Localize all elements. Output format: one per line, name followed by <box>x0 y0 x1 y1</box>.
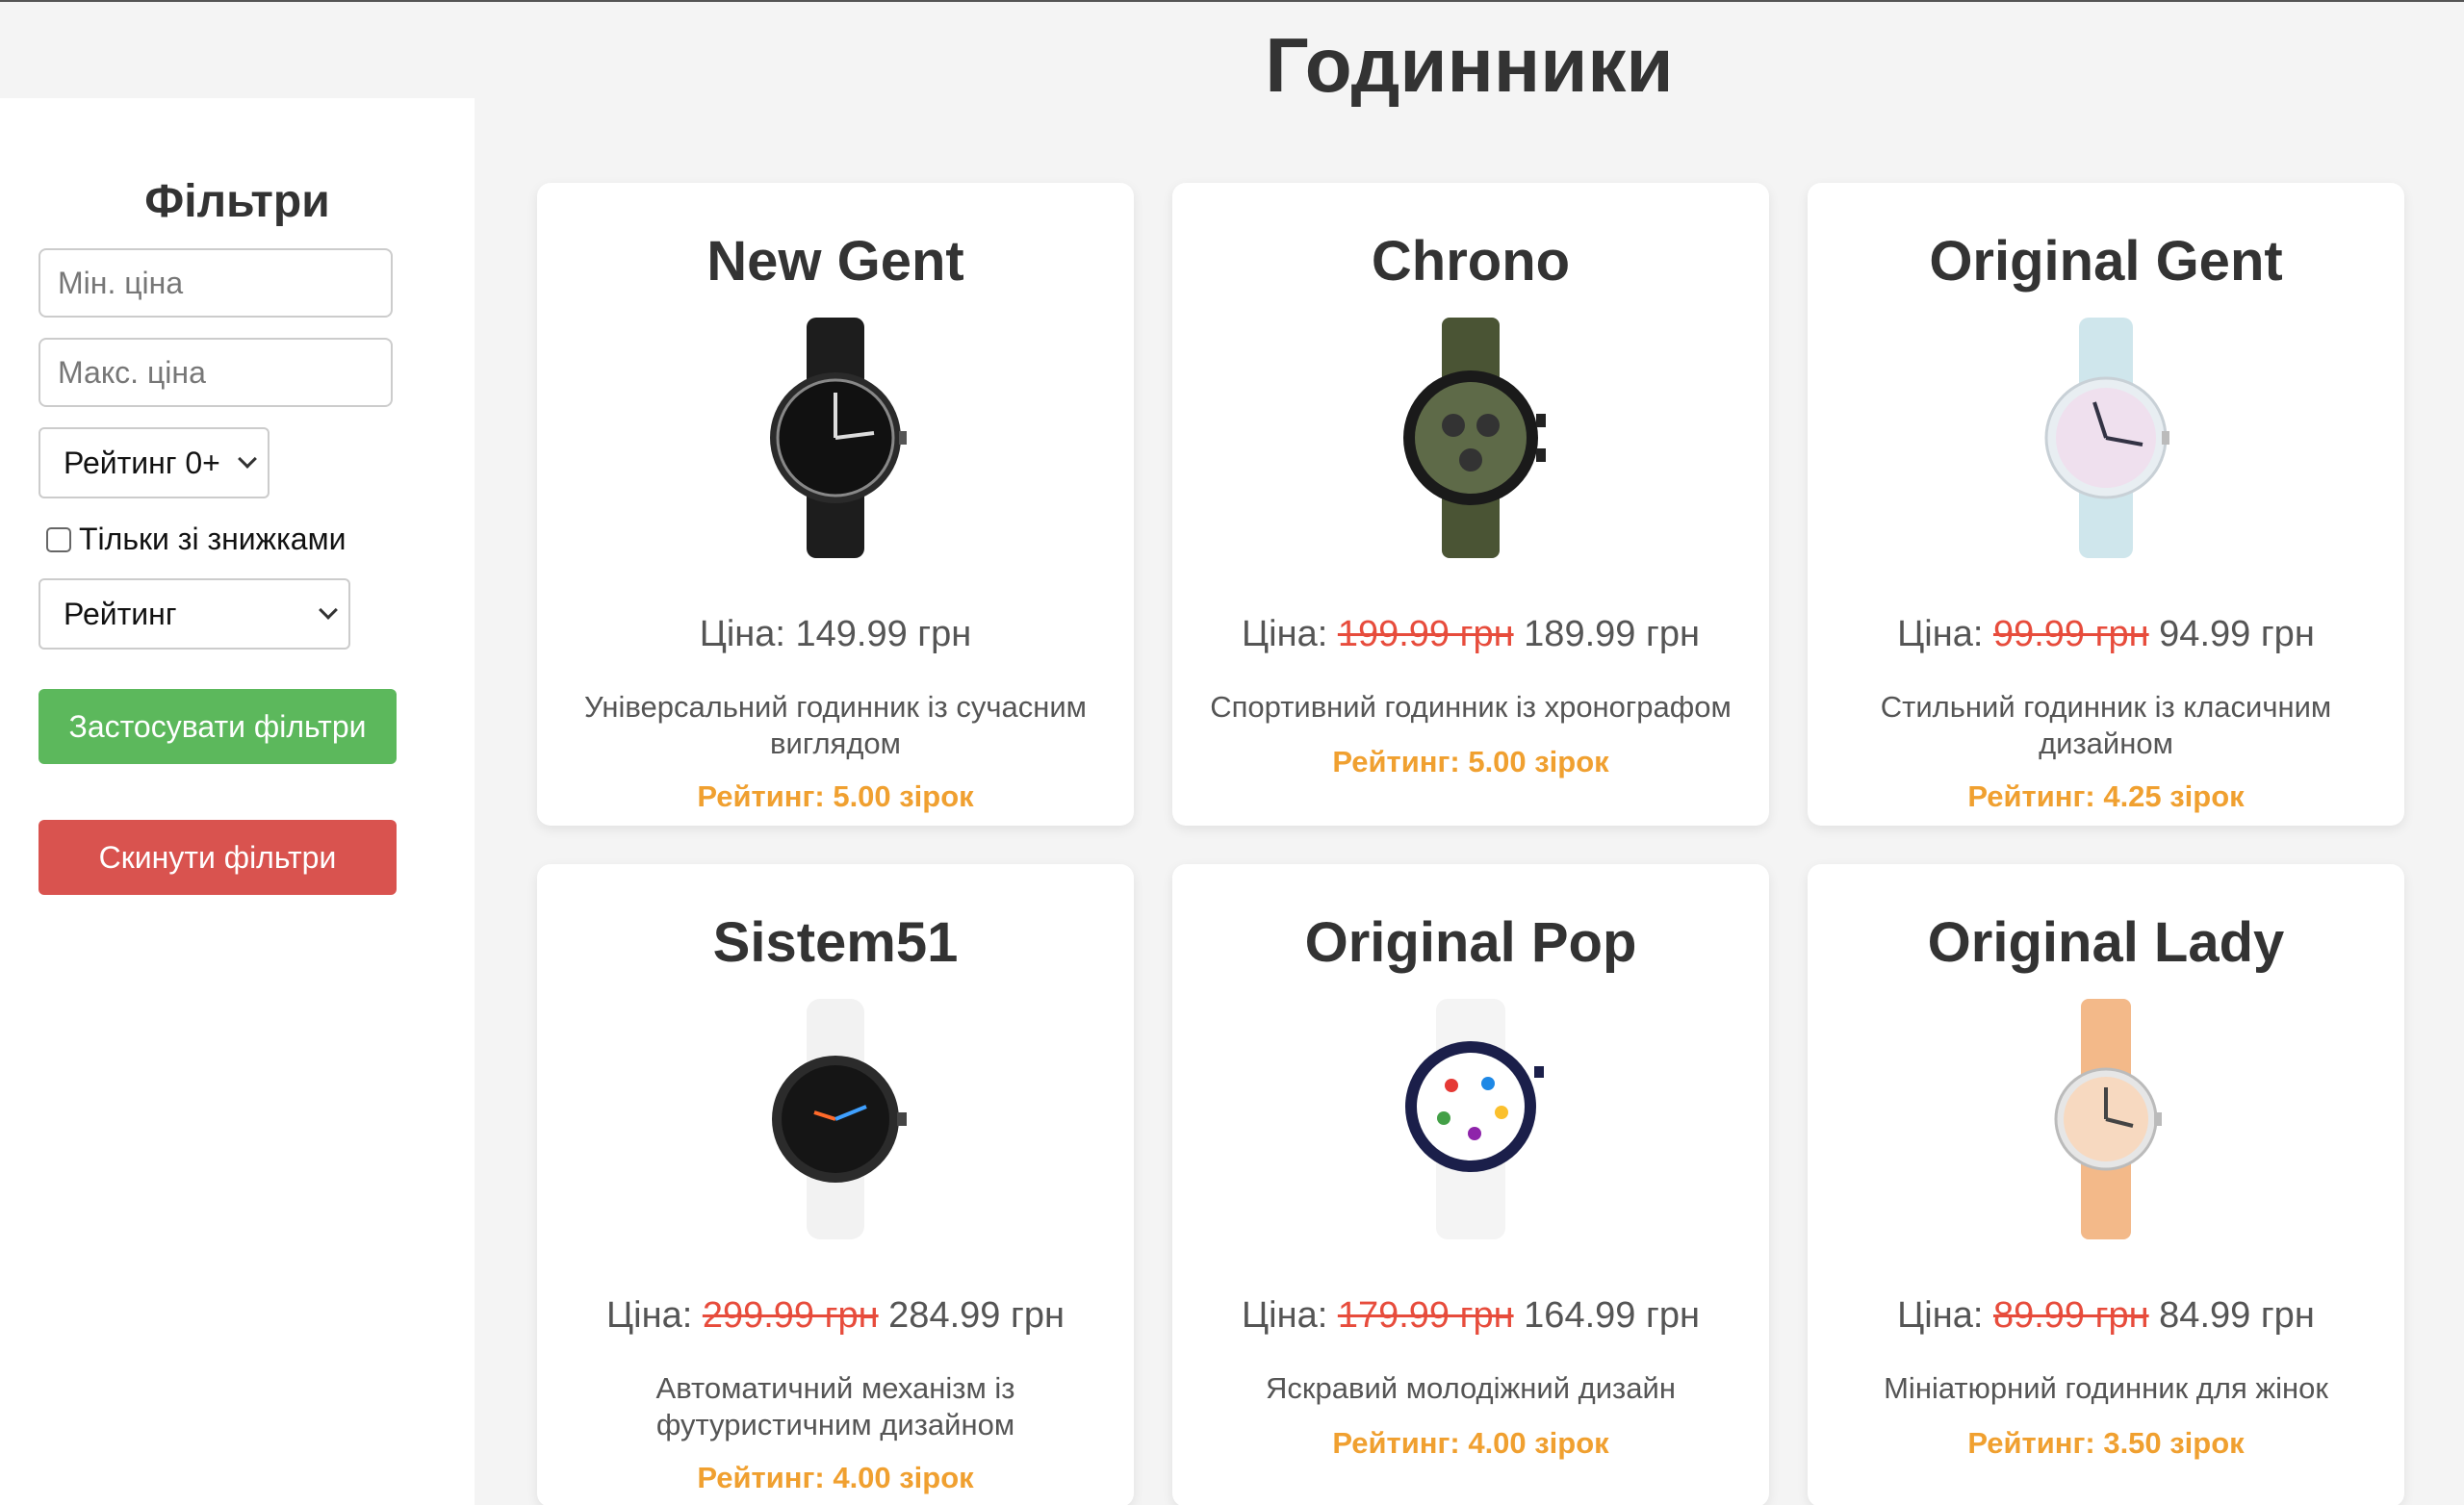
product-price: Ціна: 149.99 грн <box>537 614 1134 655</box>
price-prefix: Ціна: <box>1897 614 1984 654</box>
discount-only-row[interactable]: Тільки зі знижками <box>46 522 346 557</box>
product-price: Ціна: 99.99 грн 94.99 грн <box>1808 614 2404 655</box>
price-prefix: Ціна: <box>699 614 785 654</box>
product-description: Автоматичний механізм із футуристичним д… <box>655 1371 1015 1441</box>
product-name: New Gent <box>706 230 964 293</box>
product-name: Sistem51 <box>712 911 959 974</box>
product-description: Універсальний годинник із сучасним вигля… <box>584 690 1087 760</box>
product-price: Ціна: 89.99 грн 84.99 грн <box>1808 1295 2404 1337</box>
product-rating: Рейтинг: 5.00 зірок <box>697 779 974 813</box>
filters-sidebar: Фільтри Рейтинг 0+ Тільки зі знижками Ре… <box>0 98 475 1505</box>
old-price: 99.99 грн <box>1992 614 2149 654</box>
rating-filter-value: Рейтинг 0+ <box>64 445 220 480</box>
price-prefix: Ціна: <box>1897 1295 1984 1336</box>
discount-only-label: Тільки зі знижками <box>79 522 346 556</box>
apply-filters-button[interactable]: Застосувати фільтри <box>38 689 397 764</box>
green-chrono-watch-icon <box>1403 318 1546 558</box>
product-price: Ціна: 199.99 грн 189.99 грн <box>1172 614 1769 655</box>
current-price: 284.99 грн <box>888 1295 1065 1336</box>
chevron-down-icon <box>319 600 338 620</box>
current-price: 94.99 грн <box>2159 614 2315 654</box>
current-price: 164.99 грн <box>1524 1295 1700 1336</box>
product-description: Яскравий молодіжний дизайн <box>1266 1371 1676 1405</box>
page-title: Годинники <box>1265 22 1674 108</box>
colorful-pop-watch-icon <box>1405 999 1544 1239</box>
window-top-border <box>0 0 2464 2</box>
product-price: Ціна: 299.99 грн 284.99 грн <box>537 1295 1134 1337</box>
reset-filters-button[interactable]: Скинути фільтри <box>38 820 397 895</box>
current-price: 84.99 грн <box>2159 1295 2315 1336</box>
old-price: 89.99 грн <box>1992 1295 2149 1336</box>
product-name: Original Pop <box>1304 911 1637 974</box>
min-price-input[interactable] <box>38 248 393 318</box>
product-rating: Рейтинг: 4.00 зірок <box>1332 1426 1609 1460</box>
product-name: Original Gent <box>1929 230 2283 293</box>
price-prefix: Ціна: <box>1242 1295 1328 1336</box>
discount-only-checkbox[interactable] <box>46 526 71 552</box>
old-price: 179.99 грн <box>1337 1295 1514 1336</box>
product-rating: Рейтинг: 4.25 зірок <box>1967 779 2245 813</box>
product-price: Ціна: 179.99 грн 164.99 грн <box>1172 1295 1769 1337</box>
sort-select[interactable]: Рейтинг <box>38 578 350 650</box>
product-description: Спортивний годинник із хронографом <box>1210 690 1732 724</box>
chevron-down-icon <box>238 449 257 469</box>
current-price: 189.99 грн <box>1524 614 1700 654</box>
product-card[interactable]: New Gent Ціна: 149.99 грн Універсальний … <box>537 183 1134 826</box>
product-card[interactable]: Chrono Ціна: 199.99 грн 189.99 грн Спорт… <box>1172 183 1769 826</box>
product-card[interactable]: Original Lady Ціна: 89.99 грн 84.99 грн … <box>1808 864 2404 1505</box>
product-name: Chrono <box>1371 230 1571 293</box>
max-price-input[interactable] <box>38 338 393 407</box>
rating-filter-select[interactable]: Рейтинг 0+ <box>38 427 270 498</box>
product-name: Original Lady <box>1927 911 2285 974</box>
product-card[interactable]: Original Pop Ціна: 179.99 грн 164.99 грн… <box>1172 864 1769 1505</box>
price-prefix: Ціна: <box>606 1295 693 1336</box>
sort-select-value: Рейтинг <box>64 596 177 631</box>
product-description: Стильний годинник із класичним дизайном <box>1880 690 2332 760</box>
peach-lady-watch-icon <box>2054 999 2162 1239</box>
old-price: 299.99 грн <box>702 1295 879 1336</box>
product-card[interactable]: Sistem51 Ціна: 299.99 грн 284.99 грн Авт… <box>537 864 1134 1505</box>
product-rating: Рейтинг: 4.00 зірок <box>697 1461 974 1494</box>
product-rating: Рейтинг: 5.00 зірок <box>1332 745 1609 778</box>
product-card[interactable]: Original Gent Ціна: 99.99 грн 94.99 грн … <box>1808 183 2404 826</box>
black-watch-icon <box>770 318 907 558</box>
product-description: Мініатюрний годинник для жінок <box>1884 1371 2328 1405</box>
current-price: 149.99 грн <box>795 614 972 654</box>
light-blue-watch-icon <box>2044 318 2169 558</box>
price-prefix: Ціна: <box>1242 614 1328 654</box>
filters-title: Фільтри <box>144 176 330 227</box>
white-black-dial-watch-icon <box>772 999 907 1239</box>
product-rating: Рейтинг: 3.50 зірок <box>1967 1426 2245 1460</box>
old-price: 199.99 грн <box>1337 614 1514 654</box>
